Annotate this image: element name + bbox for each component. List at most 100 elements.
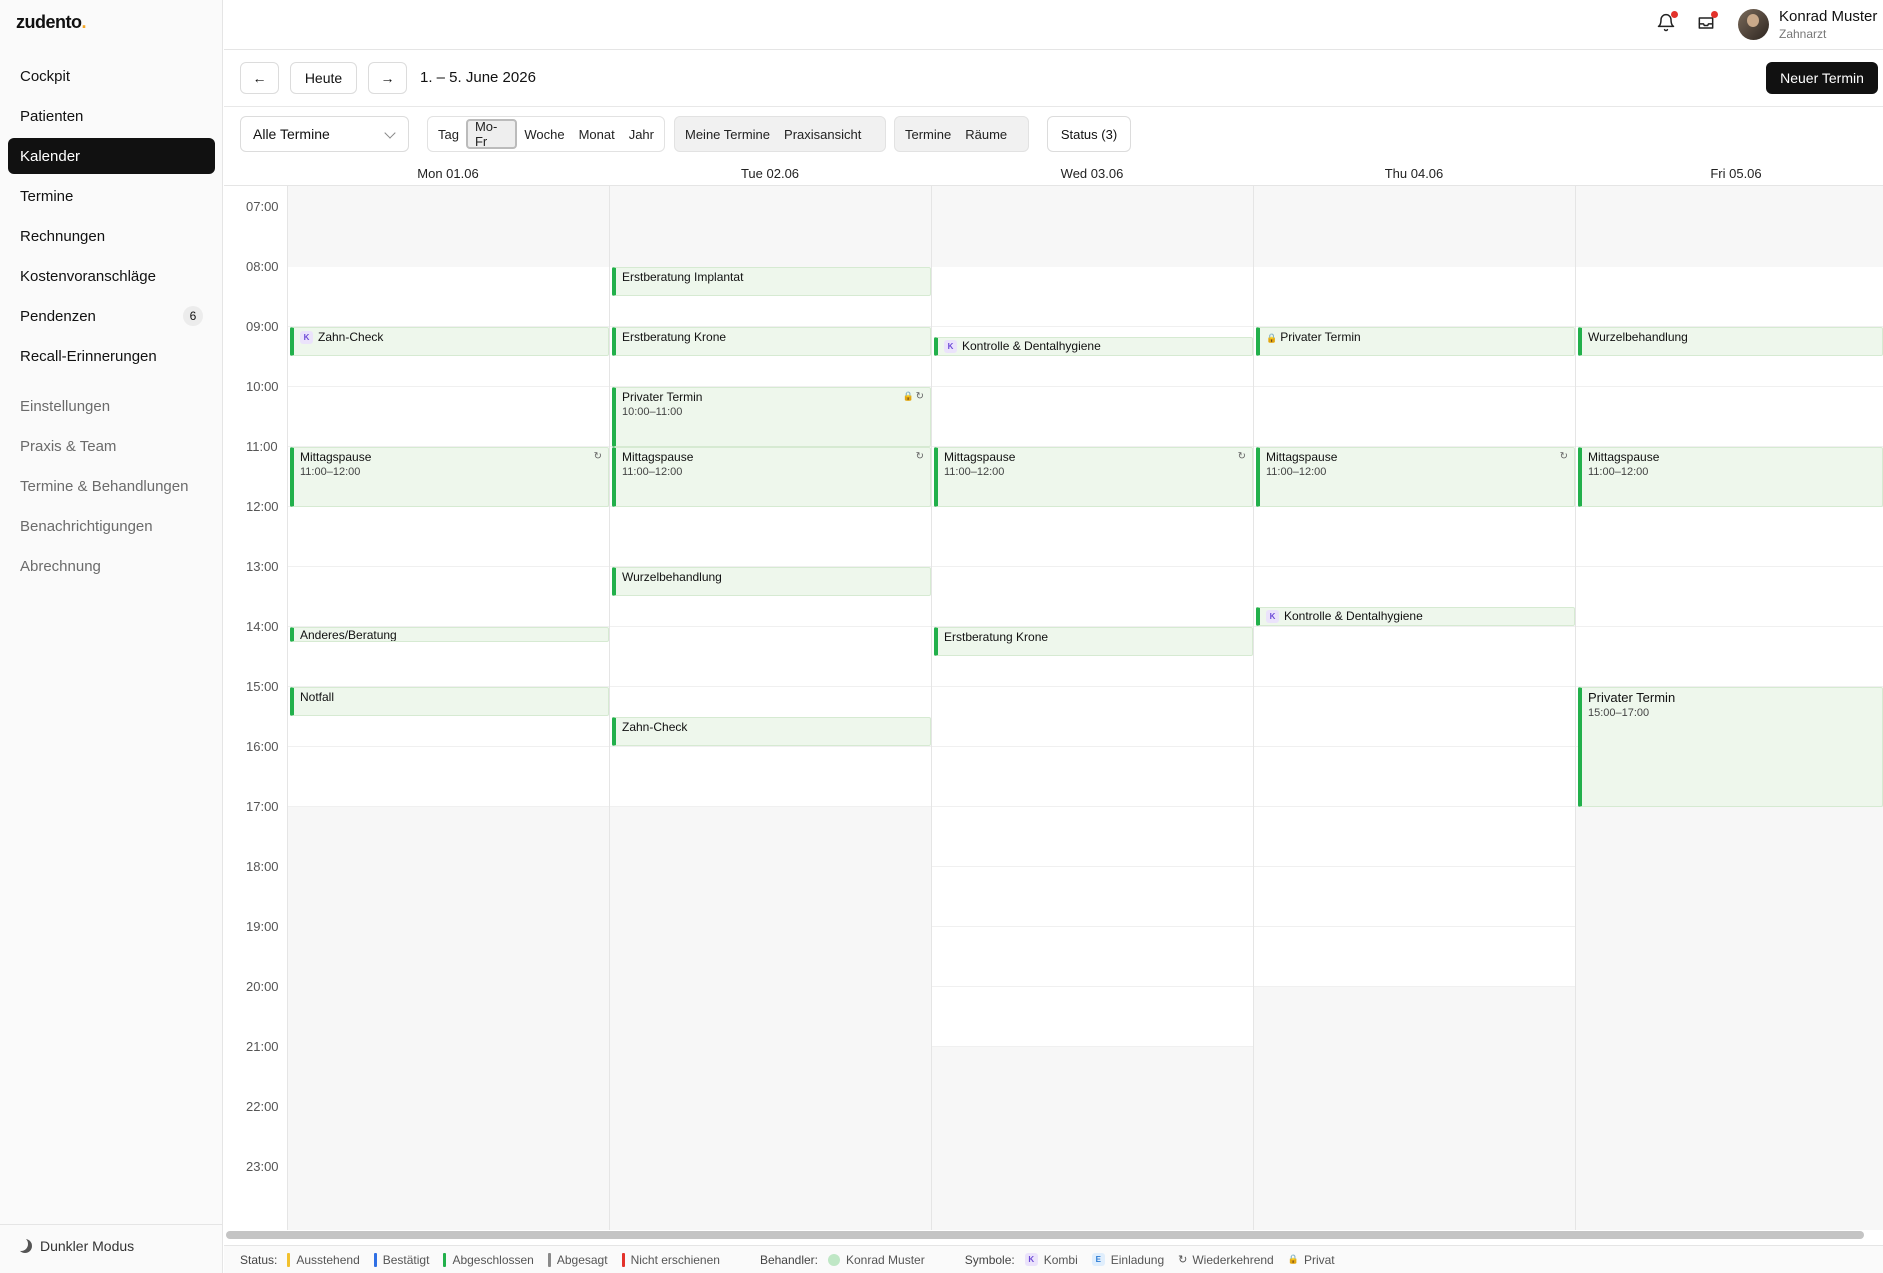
hour-gridline [288,746,609,747]
hour-gridline [1254,806,1575,807]
notifications-button[interactable] [1656,11,1678,33]
off-hours-morning [610,186,931,267]
sidebar-item-kalender[interactable]: Kalender [8,138,215,174]
off-hours-morning [932,186,1253,267]
hour-label: 15:00 [246,679,279,694]
calendar-legend: Status: Ausstehend Bestätigt Abgeschloss… [224,1245,1883,1273]
sidebar-item-benachrichtigungen[interactable]: Benachrichtigungen [8,508,215,544]
sidebar-item-patienten[interactable]: Patienten [8,98,215,134]
appointment[interactable]: Erstberatung Implantat [612,267,931,296]
day-column-fri[interactable]: Wurzelbehandlung Mittagspause 11:00–12:00… [1575,186,1883,1230]
app-logo[interactable]: zudento. [16,12,86,33]
einladung-icon: E [1091,1253,1105,1266]
appointment[interactable]: Mittagspause 11:00–12:00 ↻ [612,447,931,507]
sidebar-item-termine-behandlungen[interactable]: Termine & Behandlungen [8,468,215,504]
messages-button[interactable] [1696,11,1718,33]
sidebar-item-rechnungen[interactable]: Rechnungen [8,218,215,254]
appointment[interactable]: K Kontrolle & Dentalhygiene [934,337,1253,356]
appointment[interactable]: K Kontrolle & Dentalhygiene [1256,607,1575,626]
hour-label: 18:00 [246,859,279,874]
appointment[interactable]: Erstberatung Krone [934,627,1253,656]
scope-meine-termine[interactable]: Meine Termine [678,119,777,149]
day-column-wed[interactable]: K Kontrolle & Dentalhygiene Mittagspause 1… [931,186,1253,1230]
hour-label: 09:00 [246,319,279,334]
next-period-button[interactable]: → [368,62,407,94]
status-filter-button[interactable]: Status (3) [1047,116,1131,152]
appointment-filter-select[interactable]: Alle Termine [240,116,409,152]
lock-icon: 🔒 [1266,333,1278,343]
recurring-icon: ↻ [1559,451,1568,462]
hour-label: 23:00 [246,1159,279,1174]
appointment[interactable]: Privater Termin 15:00–17:00 [1578,687,1883,807]
appointment[interactable]: K Zahn-Check [290,327,609,356]
sidebar-item-label: Abrechnung [20,557,101,575]
toolbar-divider [224,106,1883,107]
user-name: Konrad Muster [1779,8,1878,25]
sidebar-item-termine[interactable]: Termine [8,178,215,214]
sidebar-item-label: Pendenzen [20,307,96,325]
scope-praxisansicht[interactable]: Praxisansicht [777,119,868,149]
appointment[interactable]: Wurzelbehandlung [612,567,931,596]
appointment[interactable]: 🔒 Privater Termin [1256,327,1575,356]
day-column-mon[interactable]: K Zahn-Check Mittagspause 11:00–12:00 ↻ And… [287,186,609,1230]
off-hours-morning [288,186,609,267]
view-mo-fr[interactable]: Mo-Fr [465,119,518,149]
appointment[interactable]: Mittagspause 11:00–12:00 ↻ [290,447,609,507]
appointment[interactable]: Wurzelbehandlung [1578,327,1883,356]
avatar[interactable] [1738,9,1769,40]
hour-gridline [1254,566,1575,567]
day-header-tue[interactable]: Tue 02.06 [609,166,931,181]
sidebar-item-einstellungen[interactable]: Einstellungen [8,388,215,424]
appointment[interactable]: Anderes/Beratung [290,627,609,642]
legend-status-bestaetigt: Bestätigt [373,1252,429,1267]
sidebar-item-label: Termine & Behandlungen [20,477,189,495]
appointment[interactable]: Mittagspause 11:00–12:00 ↻ [1256,447,1575,507]
day-header-thu[interactable]: Thu 04.06 [1253,166,1575,181]
previous-period-button[interactable]: ← [240,62,279,94]
sidebar-item-pendenzen[interactable]: Pendenzen 6 [8,298,215,334]
dark-mode-toggle[interactable]: Dunkler Modus [18,1238,134,1254]
sidebar-item-praxis-team[interactable]: Praxis & Team [8,428,215,464]
hour-gridline [1254,686,1575,687]
pendenzen-count-badge: 6 [183,306,203,326]
view-tag[interactable]: Tag [431,119,466,149]
appointment[interactable]: Mittagspause 11:00–12:00 [1578,447,1883,507]
recurring-icon: ↻ [915,391,924,402]
day-header-wed[interactable]: Wed 03.06 [931,166,1253,181]
day-header-fri[interactable]: Fri 05.06 [1575,166,1883,181]
sidebar-item-recall[interactable]: Recall-Erinnerungen [8,338,215,374]
view-jahr[interactable]: Jahr [622,119,661,149]
hour-gridline [932,806,1253,807]
sidebar-item-kostenvoranschlaege[interactable]: Kostenvoranschläge [8,258,215,294]
top-header: Konrad Muster Zahnarzt [224,0,1883,50]
lock-icon: 🔒 [902,391,914,401]
scope-switcher: Meine Termine Praxisansicht [674,116,886,152]
appointment[interactable]: Privater Termin 10:00–11:00 🔒 ↻ [612,387,931,447]
appointment[interactable]: Erstberatung Krone [612,327,931,356]
legend-status-ausstehend: Ausstehend [287,1252,360,1267]
day-column-thu[interactable]: 🔒 Privater Termin Mittagspause 11:00–12:00… [1253,186,1575,1230]
mode-termine[interactable]: Termine [898,119,958,149]
sidebar-item-label: Einstellungen [20,397,111,415]
hour-label: 14:00 [246,619,279,634]
appointment[interactable]: Zahn-Check [612,717,931,746]
today-button[interactable]: Heute [290,62,357,94]
recurring-icon: ↻ [915,451,924,462]
user-role: Zahnarzt [1779,27,1827,41]
day-header-mon[interactable]: Mon 01.06 [287,166,609,181]
appointment[interactable]: Notfall [290,687,609,716]
hour-label: 13:00 [246,559,279,574]
off-hours-morning [1576,186,1883,267]
hour-gridline [932,866,1253,867]
mode-raeume[interactable]: Räume [958,119,1014,149]
sidebar-item-abrechnung[interactable]: Abrechnung [8,548,215,584]
appointment[interactable]: Mittagspause 11:00–12:00 ↻ [934,447,1253,507]
new-appointment-button[interactable]: Neuer Termin [1766,62,1878,94]
day-column-tue[interactable]: Erstberatung Implantat Erstberatung Kron… [609,186,931,1230]
arrow-right-icon: → [380,70,395,86]
view-woche[interactable]: Woche [517,119,571,149]
view-monat[interactable]: Monat [572,119,622,149]
horizontal-scrollbar[interactable] [226,1231,1864,1239]
sidebar-item-cockpit[interactable]: Cockpit [8,58,215,94]
sidebar-divider [0,1224,223,1225]
